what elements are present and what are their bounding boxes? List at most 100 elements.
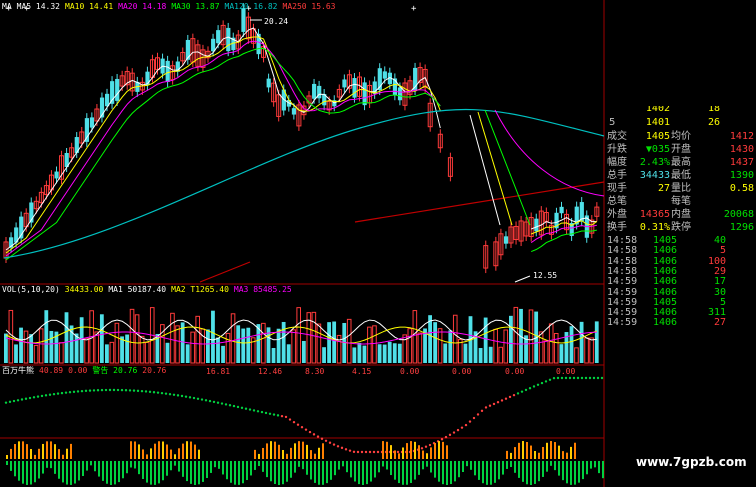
hist-bar-neg [490,461,492,485]
quote-label: 升跌 [607,144,627,155]
hist-bar-neg [54,461,56,474]
volume-bar [594,321,599,363]
hist-bar-neg [510,461,512,468]
volume-bar [316,323,322,364]
hist-bar-pos [62,454,64,459]
hist-bar-neg [586,461,588,475]
volume-bar [211,310,215,363]
quote-partial-c: 5 [609,117,616,128]
hist-bar-pos [550,441,552,459]
volume-bar [125,334,129,363]
hist-bar-neg [522,461,524,482]
ind-dot [76,390,80,393]
ind-dot [212,400,216,404]
quote-value-2: 20068 [723,209,754,220]
tick-row: 14:59 1406 27 [605,316,756,329]
ind-dot [308,430,312,434]
hist-bar-neg [70,461,72,485]
vol-legend-item-1: 34433.00 [64,285,104,294]
quote-label-2: 最低 [671,170,691,181]
ind-dot [372,450,376,454]
hist-bar-pos [58,449,60,459]
ind-dot [284,415,288,419]
hist-bar-neg [250,461,252,476]
ind-dot [184,395,188,398]
volume-bar [327,322,331,363]
hist-bar-neg [530,461,532,485]
hist-bar-neg [22,461,24,484]
ind-dot [292,420,296,424]
quote-label-2: 跌停 [671,222,691,233]
volume-bar [443,343,448,363]
quote-value-2: 1296 [729,222,754,233]
hist-bar-pos [158,441,160,459]
price-high-label: 20.24 [264,17,289,26]
hist-bar-neg [430,461,432,473]
hist-bar-pos [14,444,16,459]
ind-dot [304,428,308,431]
hist-bar-pos [298,441,300,459]
ind-dot [584,376,588,380]
ind-dot [252,409,256,412]
ind-dot [472,416,476,420]
ind-dot [8,400,12,404]
hist-bar-pos [438,441,440,459]
hist-bar-neg [474,461,476,476]
hist-bar-neg [450,461,452,485]
ind-dot [296,423,300,426]
volume-bar [195,315,200,364]
hist-bar-neg [434,461,436,478]
volume-bar [185,344,190,363]
hist-bar-pos [146,454,148,459]
hist-bar-neg [546,461,548,472]
hist-bar-pos [42,443,44,459]
vol-legend-item-0: VOL(5,10,20) [2,285,60,294]
hist-bar-pos [430,447,432,459]
ind-dot [536,383,540,386]
ind-axis-label: 16.81 [206,367,230,376]
ind-dot [520,390,524,393]
ind-dot [376,450,380,454]
ind-dot [468,420,472,423]
hist-bar-neg [322,461,324,485]
hist-bar-neg [330,461,332,480]
volume-bar [23,330,29,364]
ind-dot [24,397,28,400]
ind-dot [328,441,332,444]
volume-bar [74,333,79,363]
ind-dot [312,433,316,436]
hist-bar-neg [518,461,520,478]
hist-bar-neg [254,461,256,470]
ind-axis-label: 8.30 [305,367,324,376]
ind-dot [596,376,600,380]
ind-dot [236,405,240,409]
hist-bar-neg [230,461,232,483]
hist-bar-neg [418,461,420,475]
ind-dot [196,397,200,400]
hist-bar-neg [262,461,264,472]
volume-bar [44,310,49,363]
ind-dot [200,398,204,401]
volume-bar [452,314,458,364]
ind-dot [448,433,452,437]
volume-bar [109,341,115,364]
ind-dot [12,399,16,403]
hist-bar-pos [526,442,528,459]
hist-bar-neg [26,461,28,485]
ma-fall [484,109,531,226]
hist-bar-neg [122,461,124,479]
ind-dot [104,388,108,392]
ind-dot [288,418,292,421]
hist-bar-pos [54,444,56,459]
hist-bar-pos [18,441,20,459]
hist-bar-neg [342,461,344,467]
hist-bar-neg [534,461,536,484]
hist-bar-neg [410,461,412,483]
hist-bar-neg [454,461,456,482]
hist-bar-pos [538,452,540,459]
hist-bar-neg [598,461,600,474]
tick-price: 1406 [653,317,678,329]
hist-bar-neg [318,461,320,485]
volume-bar [114,322,120,364]
volume-bar [397,343,402,363]
